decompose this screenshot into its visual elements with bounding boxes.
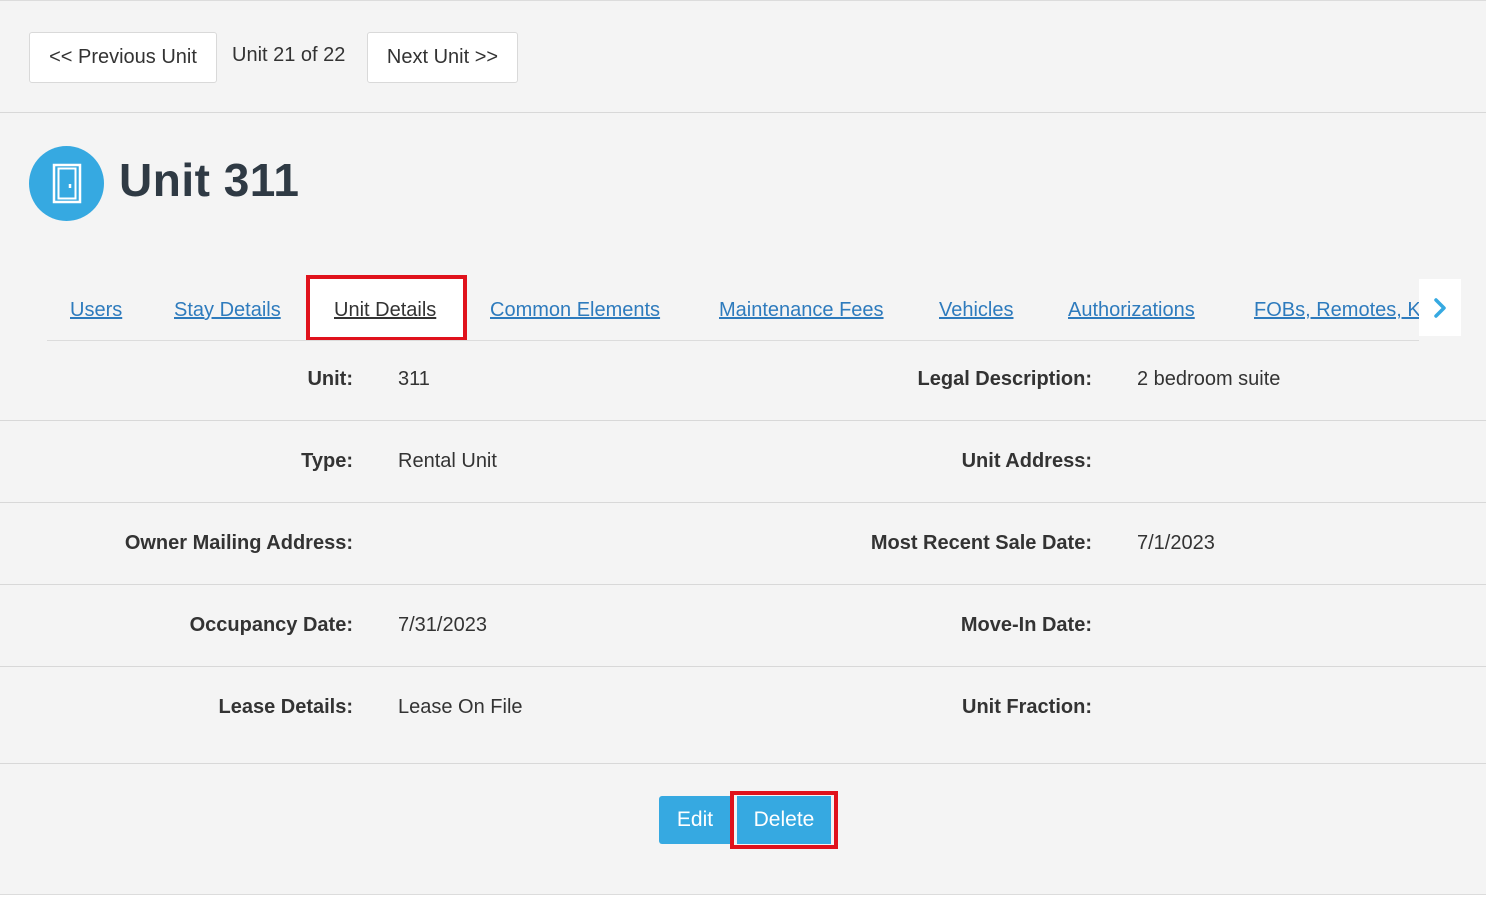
chevron-right-icon: [1434, 297, 1446, 318]
tab-maintenance-fees[interactable]: Maintenance Fees: [719, 299, 884, 322]
detail-row: Unit: 311 Legal Description: 2 bedroom s…: [0, 341, 1486, 421]
most-recent-sale-date-value: 7/1/2023: [1137, 532, 1215, 554]
edit-button[interactable]: Edit: [659, 796, 731, 844]
tab-users[interactable]: Users: [70, 299, 122, 322]
occupancy-date-label: Occupancy Date:: [189, 614, 353, 636]
unit-page: << Previous Unit Unit 21 of 22 Next Unit…: [0, 0, 1486, 895]
page-title: Unit 311: [119, 154, 300, 206]
unit-label: Unit:: [307, 368, 353, 390]
tab-stay-details[interactable]: Stay Details: [174, 299, 281, 322]
detail-row: Owner Mailing Address: Most Recent Sale …: [0, 503, 1486, 585]
legal-description-value: 2 bedroom suite: [1137, 368, 1281, 390]
occupancy-date-value: 7/31/2023: [398, 614, 487, 636]
unit-address-label: Unit Address:: [961, 450, 1092, 472]
delete-button-highlight: [730, 791, 838, 849]
unit-fraction-label: Unit Fraction:: [962, 696, 1092, 718]
tab-bar: Users Stay Details Unit Details Common E…: [47, 281, 1419, 341]
detail-row: Type: Rental Unit Unit Address:: [0, 421, 1486, 503]
unit-value: 311: [398, 368, 430, 390]
most-recent-sale-date-label: Most Recent Sale Date:: [870, 532, 1092, 554]
tab-authorizations[interactable]: Authorizations: [1068, 299, 1195, 322]
previous-unit-button[interactable]: << Previous Unit: [29, 32, 217, 83]
door-icon: [29, 146, 104, 221]
legal-description-label: Legal Description:: [917, 368, 1092, 390]
pager-status: Unit 21 of 22: [232, 44, 346, 66]
tab-common-elements[interactable]: Common Elements: [490, 299, 660, 322]
unit-pager: << Previous Unit Unit 21 of 22 Next Unit…: [0, 1, 1486, 113]
detail-row: Lease Details: Lease On File Unit Fracti…: [0, 667, 1486, 764]
owner-mailing-address-label: Owner Mailing Address:: [124, 532, 353, 554]
lease-details-value: Lease On File: [398, 696, 523, 718]
move-in-date-label: Move-In Date:: [960, 614, 1092, 636]
tab-fobs-remotes[interactable]: FOBs, Remotes, K: [1254, 299, 1419, 322]
tab-vehicles[interactable]: Vehicles: [939, 299, 1014, 322]
type-value: Rental Unit: [398, 450, 497, 472]
lease-details-label: Lease Details:: [218, 696, 353, 718]
type-label: Type:: [301, 450, 353, 472]
detail-row: Occupancy Date: 7/31/2023 Move-In Date:: [0, 585, 1486, 667]
tab-scroll-right-button[interactable]: [1419, 279, 1461, 336]
next-unit-button[interactable]: Next Unit >>: [367, 32, 518, 83]
tab-unit-details[interactable]: Unit Details: [334, 299, 436, 322]
